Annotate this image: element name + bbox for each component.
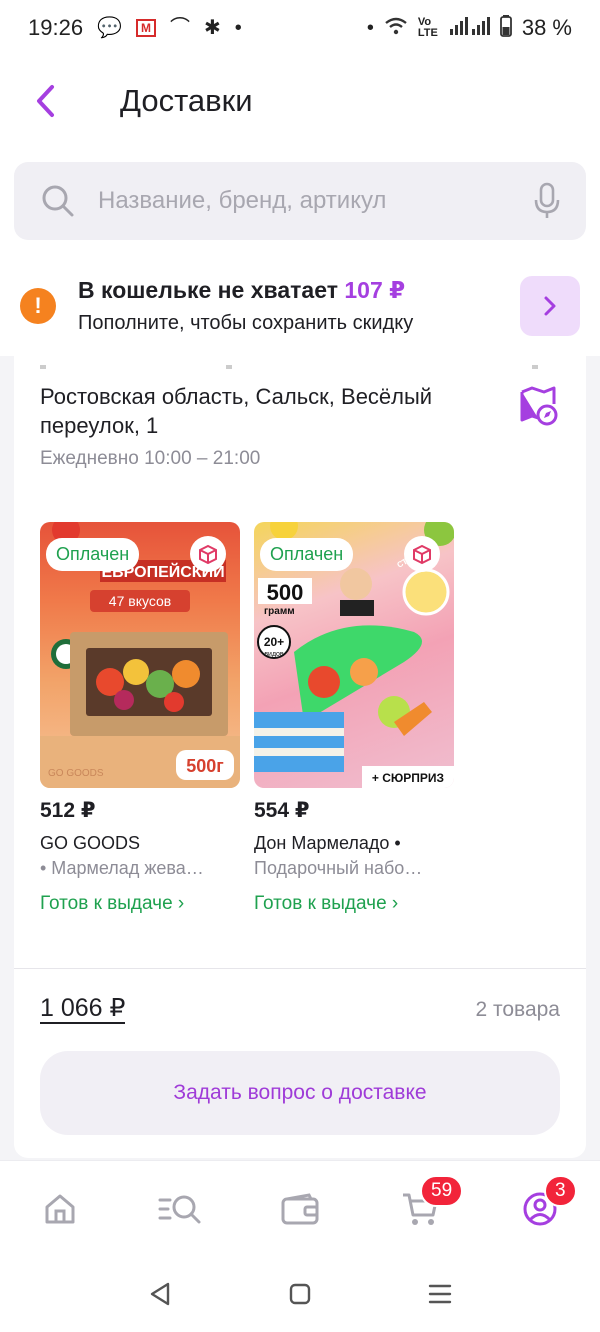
product-description: Подарочный набо… [254, 858, 423, 878]
wallet-title: В кошельке не хватает 107 ₽ [78, 277, 520, 304]
network-label: Vo LTE [417, 16, 438, 39]
cart-badge: 59 [420, 1175, 464, 1207]
image-amount-text: 500 [267, 580, 304, 605]
product-list: ЕВРОПЕЙСКИЙ 47 вкусов GO GOODS 500г Опла… [40, 522, 454, 915]
search-icon [42, 185, 74, 217]
image-variety-text: 20+ [264, 635, 284, 649]
chevron-right-icon [544, 296, 556, 316]
status-bar: 19:26 💬 M ⌒ ✱ • • Vo LTE 38 % [0, 0, 600, 56]
nav-cart[interactable]: 59 [360, 1161, 480, 1256]
wallet-subtitle: Пополните, чтобы сохранить скидку [78, 312, 414, 334]
item-count: 2 товара [475, 998, 560, 1021]
wallet-title-text: В кошельке не хватает [78, 277, 338, 303]
system-back-button[interactable] [140, 1274, 180, 1314]
search-box[interactable] [14, 162, 586, 240]
delivery-card: Ростовская область, Сальск, Весёлый пере… [14, 356, 586, 1158]
product-card[interactable]: 500 грамм 20+ видов СТИКЕР [254, 522, 454, 915]
search-bar [0, 146, 600, 256]
image-variety-unit-text: видов [264, 651, 284, 658]
system-nav-bar [0, 1256, 600, 1332]
product-status-link[interactable]: Готов к выдаче › [254, 893, 454, 915]
profile-badge: 3 [544, 1175, 577, 1207]
dot-icon: • [366, 17, 374, 39]
wallet-amount: 107 ₽ [344, 277, 406, 303]
image-weight-text: 500г [186, 756, 224, 776]
product-card[interactable]: ЕВРОПЕЙСКИЙ 47 вкусов GO GOODS 500г Опла… [40, 522, 240, 915]
nav-catalog[interactable] [120, 1161, 240, 1256]
battery-icon [499, 15, 512, 41]
system-recents-button[interactable] [420, 1274, 460, 1314]
paid-badge: Оплачен [46, 538, 140, 571]
delivery-address: Ростовская область, Сальск, Весёлый пере… [40, 384, 433, 438]
battery-level: 38 % [521, 15, 572, 40]
delivery-total: 1 066 ₽ [40, 994, 126, 1024]
image-unit-text: грамм [264, 606, 295, 617]
product-image[interactable]: ЕВРОПЕЙСКИЙ 47 вкусов GO GOODS 500г Опла… [40, 522, 240, 788]
product-status-link[interactable]: Готов к выдаче › [40, 893, 240, 915]
product-price: 554 ₽ [254, 799, 310, 822]
system-home-button[interactable] [280, 1274, 320, 1314]
signal-icon [449, 17, 490, 39]
image-surprise-text: + СЮРПРИЗ [372, 771, 444, 785]
map-pin-icon [520, 386, 558, 426]
catalog-search-icon [158, 1195, 201, 1223]
back-button[interactable] [0, 56, 90, 146]
dot-icon: • [234, 17, 242, 39]
chat-bubble-icon: 💬 [97, 17, 122, 39]
wallet-topup-button[interactable] [520, 276, 580, 336]
card-top-edge [40, 356, 560, 369]
package-icon [190, 536, 226, 572]
square-home-icon [289, 1283, 311, 1305]
product-brand: GO GOODS [40, 833, 141, 853]
clock: 19:26 [28, 15, 84, 40]
wifi-icon [384, 16, 408, 40]
search-input[interactable] [98, 187, 534, 215]
product-image[interactable]: 500 грамм 20+ видов СТИКЕР [254, 522, 454, 788]
ask-delivery-question-button[interactable]: Задать вопрос о доставке [40, 1051, 560, 1135]
microphone-icon[interactable] [534, 182, 560, 220]
person-icon: ✱ [203, 17, 221, 39]
image-brand-text: GO GOODS [48, 768, 104, 779]
chevron-left-icon [37, 85, 54, 117]
triangle-back-icon [150, 1282, 170, 1306]
page-title: Доставки [120, 83, 253, 118]
wallet-banner[interactable]: ! В кошельке не хватает 107 ₽ Пополните,… [0, 256, 600, 356]
header: Доставки [0, 56, 600, 146]
divider [14, 968, 586, 969]
package-icon [404, 536, 440, 572]
delivery-hours: Ежедневно 10:00 – 21:00 [40, 448, 261, 469]
home-icon [45, 1194, 75, 1223]
nav-profile[interactable]: 3 [480, 1161, 600, 1256]
image-flavors-text: 47 вкусов [109, 593, 171, 609]
arc-icon: ⌒ [169, 17, 190, 39]
map-pin-button[interactable] [518, 386, 562, 430]
nav-home[interactable] [0, 1161, 120, 1256]
menu-lines-icon [428, 1284, 452, 1304]
product-description: • Мармелад жева… [40, 858, 204, 878]
warning-icon: ! [20, 288, 56, 324]
product-brand: Дон Мармеладо • [254, 833, 401, 853]
nav-wallet[interactable] [240, 1161, 360, 1256]
paid-badge: Оплачен [260, 538, 354, 571]
wallet-icon [281, 1192, 319, 1224]
product-price: 512 ₽ [40, 799, 96, 822]
bottom-nav: 59 3 [0, 1160, 600, 1256]
magnit-app-icon: M [135, 19, 156, 37]
